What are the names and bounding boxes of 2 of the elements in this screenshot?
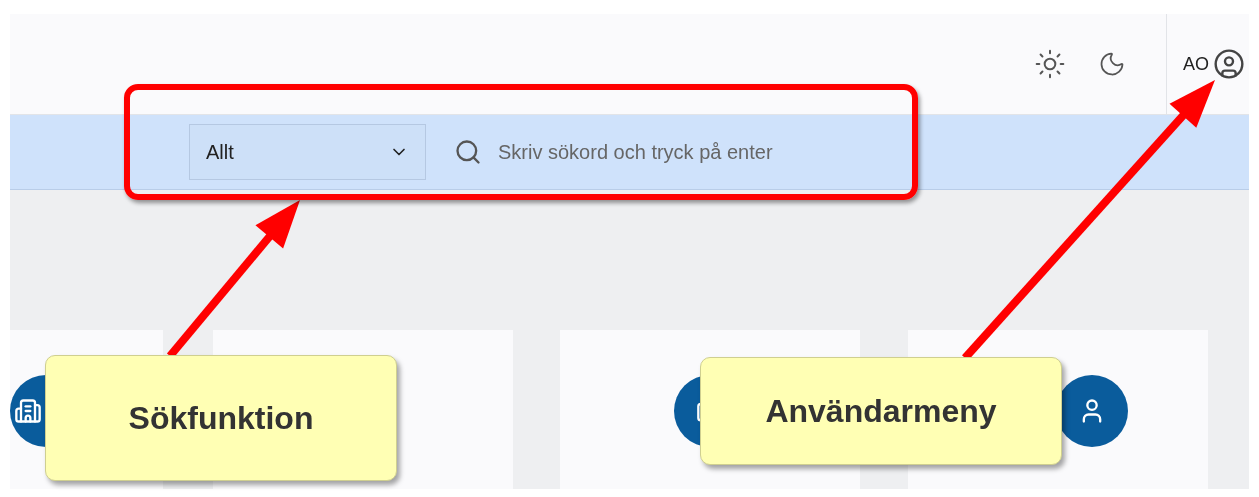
callout-tooltip: Användarmeny [700, 357, 1062, 465]
callout-tooltip: Sökfunktion [45, 355, 397, 481]
